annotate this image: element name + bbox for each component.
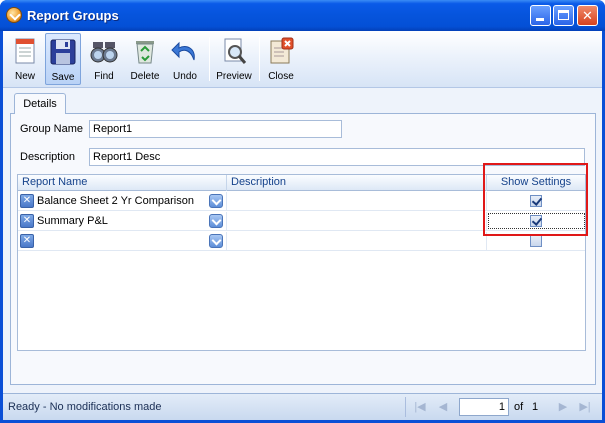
- close-window-button[interactable]: ✕: [577, 5, 598, 26]
- delete-label: Delete: [130, 71, 160, 82]
- total-pages: 1: [532, 401, 539, 413]
- close-label: Close: [268, 71, 294, 82]
- description-cell[interactable]: [227, 212, 487, 231]
- remove-row-icon[interactable]: ✕: [20, 194, 34, 208]
- title-bar: Report Groups ✕: [0, 0, 605, 31]
- report-name-value: Summary P&L: [37, 215, 108, 227]
- group-name-label: Group Name: [20, 123, 83, 135]
- find-label: Find: [94, 71, 114, 82]
- group-name-field[interactable]: Report1: [89, 120, 342, 138]
- minimize-button[interactable]: [530, 5, 551, 26]
- column-header-report-name[interactable]: Report Name: [18, 175, 227, 191]
- maximize-icon: [558, 10, 569, 20]
- floppy-disk-icon: [50, 39, 76, 65]
- description-cell[interactable]: [227, 232, 487, 251]
- remove-row-icon[interactable]: ✕: [20, 234, 34, 248]
- last-page-icon[interactable]: ▶|: [578, 400, 592, 414]
- column-header-description[interactable]: Description: [227, 175, 487, 191]
- next-page-icon[interactable]: ▶: [556, 400, 570, 414]
- undo-arrow-icon: [171, 41, 195, 61]
- toolbar-separator: [209, 37, 210, 81]
- status-message: Ready - No modifications made: [8, 401, 162, 413]
- show-settings-highlight-box: [483, 163, 588, 236]
- toolbar-separator: [259, 37, 260, 81]
- print-preview-icon: [224, 38, 247, 64]
- chevron-down-icon[interactable]: [209, 234, 223, 248]
- first-page-icon[interactable]: |◀: [413, 400, 427, 414]
- save-button[interactable]: Save: [45, 33, 81, 85]
- new-button[interactable]: New: [8, 33, 42, 85]
- preview-label: Preview: [216, 71, 252, 82]
- chevron-down-icon[interactable]: [209, 194, 223, 208]
- window-title: Report Groups: [27, 8, 119, 23]
- new-label: New: [14, 71, 35, 82]
- show-settings-checkbox[interactable]: [530, 235, 542, 247]
- page-number-input[interactable]: 1: [459, 398, 509, 416]
- recycle-bin-icon: [136, 41, 154, 64]
- tab-details[interactable]: Details: [14, 93, 66, 114]
- maximize-button[interactable]: [553, 5, 574, 26]
- app-icon: [6, 7, 22, 23]
- close-document-icon: [270, 37, 294, 64]
- previous-page-icon[interactable]: ◀: [436, 400, 450, 414]
- new-document-icon: [15, 38, 35, 64]
- status-bar: Ready - No modifications made |◀ ◀ 1 of …: [3, 393, 602, 420]
- find-button[interactable]: Find: [85, 33, 123, 85]
- of-label: of: [514, 401, 524, 413]
- binoculars-icon: [90, 42, 118, 63]
- chevron-down-icon[interactable]: [209, 214, 223, 228]
- undo-button[interactable]: Undo: [167, 33, 203, 85]
- close-button[interactable]: Close: [263, 33, 299, 85]
- remove-row-icon[interactable]: ✕: [20, 214, 34, 228]
- description-cell[interactable]: [227, 192, 487, 211]
- close-icon: ✕: [582, 8, 593, 23]
- report-name-cell[interactable]: ✕ Summary P&L: [18, 212, 227, 231]
- save-label: Save: [51, 72, 75, 83]
- undo-label: Undo: [173, 71, 197, 82]
- delete-button[interactable]: Delete: [125, 33, 165, 85]
- report-name-cell[interactable]: ✕: [18, 232, 227, 251]
- status-separator: [405, 397, 406, 417]
- preview-button[interactable]: Preview: [213, 33, 255, 85]
- report-name-value: Balance Sheet 2 Yr Comparison: [37, 195, 194, 207]
- report-name-cell[interactable]: ✕ Balance Sheet 2 Yr Comparison: [18, 192, 227, 211]
- toolbar: New Save Find Delete Undo Preview Close: [3, 31, 602, 88]
- description-label: Description: [20, 151, 76, 163]
- minimize-icon: [536, 18, 544, 21]
